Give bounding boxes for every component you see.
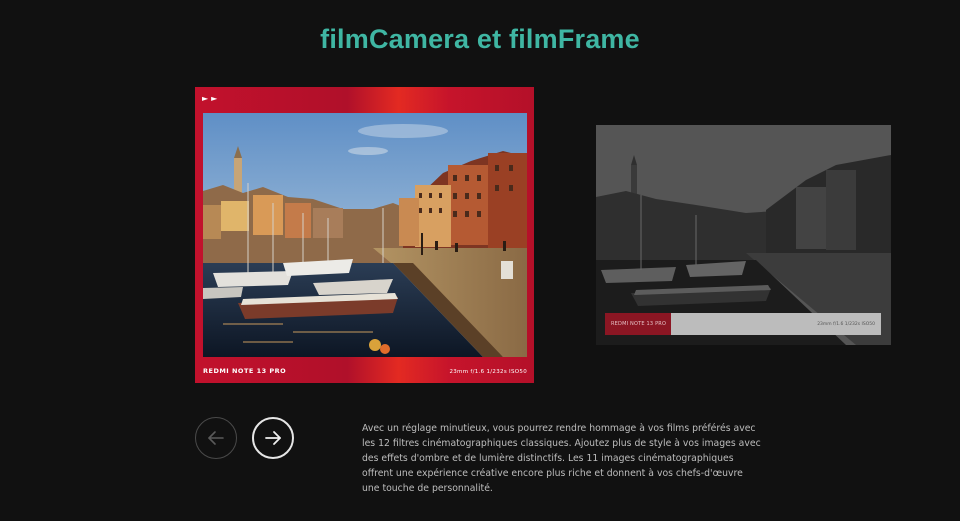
film-frame-card: ►► REDMI NOTE 13 PRO 23mm f/1.6 1/232s I… xyxy=(195,87,534,383)
previous-button[interactable] xyxy=(195,417,237,459)
arrow-right-icon xyxy=(265,431,281,445)
frame-info-bar: REDMI NOTE 13 PRO 23mm f/1.6 1/232s ISO5… xyxy=(605,313,881,335)
exposure-params-label: 23mm f/1.6 1/232s ISO50 xyxy=(449,369,527,375)
film-frame-preview-card[interactable]: REDMI NOTE 13 PRO 23mm f/1.6 1/232s ISO5… xyxy=(596,125,891,345)
exposure-params-label-preview: 23mm f/1.6 1/232s ISO50 xyxy=(817,321,875,327)
frame-marks: ►► xyxy=(202,94,221,103)
page-title: filmCamera et filmFrame xyxy=(320,24,640,54)
camera-brand-label: REDMI NOTE 13 PRO xyxy=(203,367,287,375)
camera-brand-label-preview: REDMI NOTE 13 PRO xyxy=(605,313,671,335)
harbor-photo-grayscale xyxy=(596,125,891,345)
harbor-photo xyxy=(203,113,527,357)
feature-description: Avec un réglage minutieux, vous pourrez … xyxy=(362,423,761,494)
arrow-left-icon xyxy=(208,431,224,445)
next-button[interactable] xyxy=(252,417,294,459)
